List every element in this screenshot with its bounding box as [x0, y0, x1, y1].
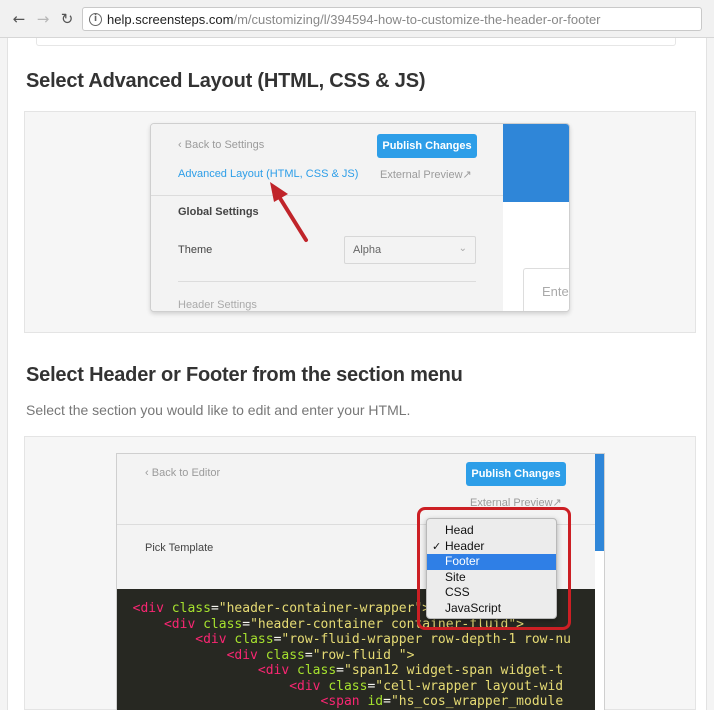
external-preview-link: External Preview↗: [380, 168, 472, 181]
menu-item-label: Header: [445, 538, 485, 553]
preview-input: Ente: [523, 268, 569, 311]
reload-icon[interactable]: ↻: [58, 10, 76, 28]
menu-item-label: JavaScript: [445, 600, 502, 615]
code-line: <div class="row-fluid-wrapper row-depth-…: [195, 632, 571, 647]
external-link-icon: ↗: [462, 169, 472, 181]
checkmark-icon: ✓: [432, 539, 442, 553]
pick-template-label: Pick Template: [145, 542, 214, 554]
back-link-label: Back to Settings: [184, 139, 265, 151]
code-line: <div class="cell-wrapper layout-wid: [289, 678, 564, 694]
previous-step-frame-edge: [36, 38, 676, 46]
chevron-down-icon: ⌄: [458, 243, 467, 254]
preview-input-text: Ente: [542, 284, 569, 299]
step-heading: Select Header or Footer from the section…: [26, 364, 463, 386]
menu-item-label: CSS: [445, 585, 470, 600]
back-link-label: Back to Editor: [151, 467, 221, 479]
menu-item-label: Site: [445, 569, 466, 584]
section-dropdown-menu: Head ✓ Header Footer Site CSS JavaScript: [426, 518, 557, 619]
theme-select: Alpha ⌄: [344, 236, 476, 264]
menu-item-css: CSS: [427, 585, 556, 601]
red-arrow-annotation: [270, 182, 308, 242]
code-line: <div class="row-fluid ">: [226, 647, 415, 663]
publish-changes-button: Publish Changes: [377, 134, 477, 158]
chevron-left-icon: ‹: [178, 139, 185, 151]
chevron-left-icon: ‹: [145, 467, 152, 479]
preview-header-area: [595, 454, 604, 551]
divider: [151, 195, 503, 196]
divider: [178, 281, 476, 282]
preview-header-area: [503, 124, 569, 202]
code-line: <div class="span12 widget-span widget-t: [257, 663, 564, 678]
page-margin-left: [0, 38, 8, 710]
global-settings-heading: Global Settings: [178, 206, 259, 218]
info-icon[interactable]: i: [89, 13, 102, 26]
code-line: <span id="hs_cos_wrapper_module: [320, 694, 564, 709]
arrow-right-icon[interactable]: →: [34, 10, 52, 28]
arrow-left-icon[interactable]: ←: [10, 10, 28, 28]
menu-item-label: Footer: [445, 554, 480, 569]
menu-item-javascript: JavaScript: [427, 601, 556, 617]
theme-select-value: Alpha: [353, 244, 382, 256]
header-settings-heading: Header Settings: [178, 299, 257, 311]
step-heading: Select Advanced Layout (HTML, CSS & JS): [26, 70, 426, 92]
step-description: Select the section you would like to edi…: [26, 402, 411, 418]
back-to-editor-link: ‹ Back to Editor: [145, 467, 220, 479]
external-preview-label: External Preview: [380, 169, 463, 181]
preview-body-area: [595, 551, 604, 710]
menu-item-footer: Footer: [427, 554, 556, 570]
menu-item-head: Head: [427, 523, 556, 539]
publish-changes-button: Publish Changes: [466, 462, 566, 486]
menu-item-header: ✓ Header: [427, 539, 556, 555]
menu-item-label: Head: [445, 523, 474, 537]
page-margin-right: [706, 38, 714, 710]
browser-toolbar: ← → ↻ i help.screensteps.com/m/customizi…: [0, 0, 714, 38]
url-text[interactable]: help.screensteps.com/m/customizing/l/394…: [107, 12, 601, 27]
back-to-settings-link: ‹ Back to Settings: [178, 139, 264, 151]
screenshot-image: Ente ‹ Back to Settings Publish Changes …: [150, 123, 570, 312]
address-bar[interactable]: i help.screensteps.com/m/customizing/l/3…: [82, 7, 702, 31]
menu-item-site: Site: [427, 570, 556, 586]
theme-label: Theme: [178, 244, 213, 256]
